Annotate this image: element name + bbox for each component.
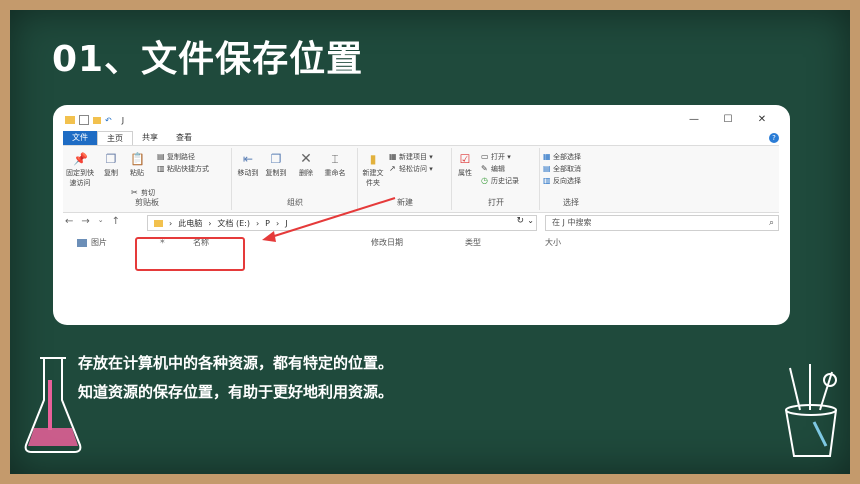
annotation-arrow <box>262 197 396 242</box>
flask-doodle-icon <box>24 357 82 453</box>
body-line-1: 存放在计算机中的各种资源，都有特定的位置。 <box>78 354 394 372</box>
body-line-2: 知道资源的保存位置，有助于更好地利用资源。 <box>78 383 394 401</box>
pencil-cup-doodle-icon <box>785 364 837 457</box>
